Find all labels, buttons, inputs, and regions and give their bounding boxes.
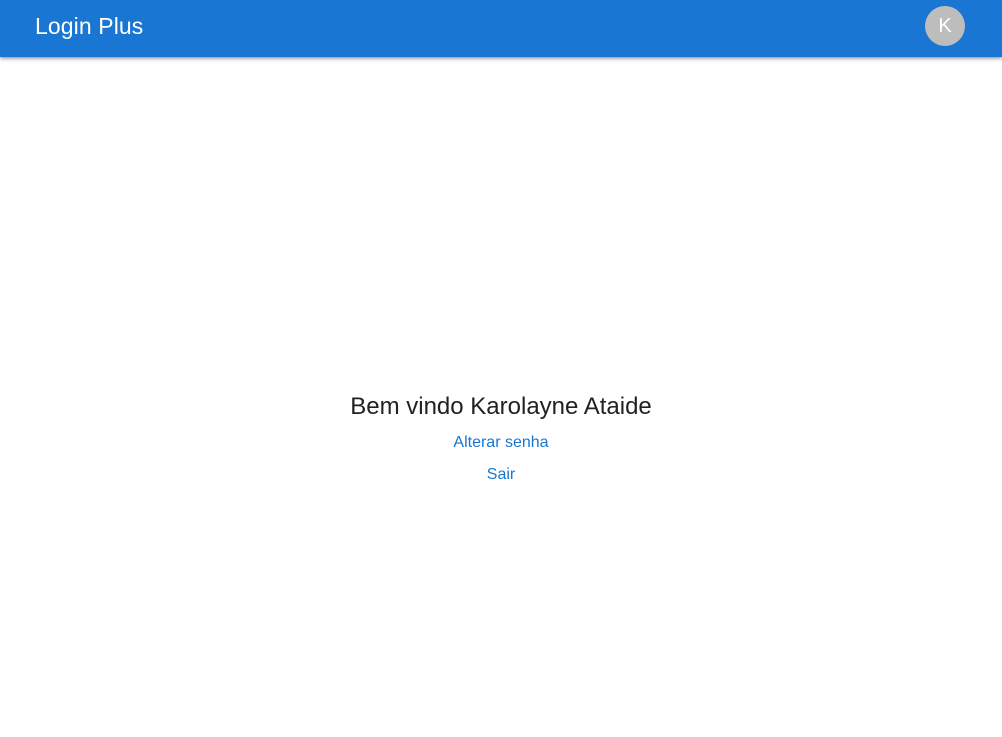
change-password-link-row: Alterar senha [0,433,1002,453]
logout-link[interactable]: Sair [487,466,515,483]
app-title: Login Plus [35,13,144,39]
change-password-link[interactable]: Alterar senha [453,434,548,451]
app-bar: Login Plus K [0,0,1002,57]
main-content: Bem vindo Karolayne Ataide Alterar senha… [0,57,1002,737]
user-avatar[interactable]: K [925,6,965,46]
logout-link-row: Sair [0,465,1002,485]
welcome-message: Bem vindo Karolayne Ataide [350,393,652,420]
